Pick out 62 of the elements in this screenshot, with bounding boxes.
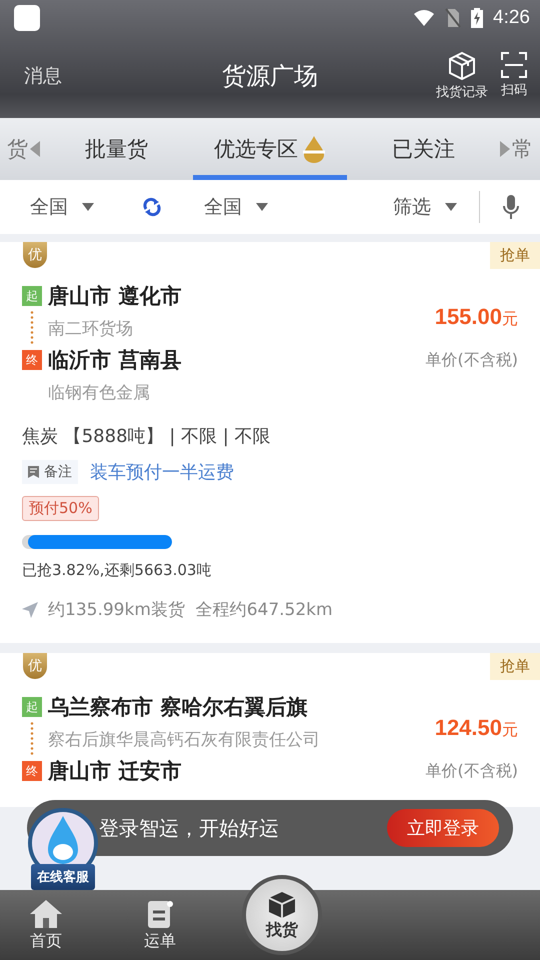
premium-badge: 优 [23, 242, 47, 268]
notification-icon [14, 5, 40, 31]
page-title: 货源广场 [222, 61, 318, 92]
toast-text: 登录智运，开始好运 [99, 814, 279, 842]
region-dropdown[interactable]: 全国 [204, 194, 268, 220]
filter-dropdown[interactable]: 筛选 [393, 194, 457, 220]
note-icon [28, 466, 39, 478]
no-sim-icon [445, 8, 462, 28]
nav-item[interactable]: 首页 [14, 898, 78, 952]
dropdown-icon [256, 203, 268, 211]
box-icon [447, 51, 477, 81]
origin-place: 南二环货场 [48, 318, 133, 340]
login-button[interactable]: 立即登录 [387, 809, 499, 847]
distance-text: 约135.99km装货 全程约647.52km [48, 599, 333, 621]
grab-order-tag[interactable]: 抢单 [490, 242, 540, 269]
battery-icon [471, 8, 484, 28]
origin-place: 察右后旗华晨高钙石灰有限责任公司 [48, 728, 320, 750]
nav-item[interactable]: 找货 [242, 875, 322, 955]
destination-marker: 终 [22, 761, 42, 781]
destination-place: 临钢有色金属 [48, 382, 150, 404]
remark-label: 备注 [22, 460, 78, 484]
tab[interactable]: 已关注 [346, 118, 500, 180]
online-service-button[interactable]: 在线客服 [31, 864, 95, 890]
history-button[interactable]: 找货记录 [434, 51, 490, 101]
destination-city: 唐山市 迁安市 [48, 758, 182, 785]
scan-button[interactable]: 扫码 [498, 51, 530, 101]
price-note: 单价(不含税) [426, 350, 518, 371]
right-arrow-icon [500, 141, 510, 157]
cargo-card[interactable]: 优 抢单 起 乌兰察布市 察哈尔右翼后旗 察右后旗华晨高钙石灰有限责任公司 终 唐山市 迁安市 124.50元 单价(不含税) [0, 653, 540, 807]
dropdown-icon [82, 203, 94, 211]
origin-city: 乌兰察布市 察哈尔右翼后旗 [48, 694, 308, 721]
left-arrow-icon [30, 141, 40, 157]
cargo-card[interactable]: 优 抢单 起 唐山市 遵化市 南二环货场 终 临沂市 莒南县 临钢有色金属 155.00元 单价(不含税) 焦炭 【5888吨】 | 不限 | 不限 备注 装车预付一半运费 预付50% 已抢3.82%,还剩5663.03吨 约135.99km装货 全程约647.52km [0, 242, 540, 643]
origin-marker: 起 [22, 286, 42, 306]
document-icon [146, 898, 174, 928]
status-time: 4:26 [493, 7, 530, 29]
navigation-icon [22, 602, 38, 618]
tab[interactable]: 批量货 [40, 118, 194, 180]
cube-icon [267, 890, 297, 920]
region-dropdown[interactable]: 全国 [30, 194, 94, 220]
destination-marker: 终 [22, 350, 42, 370]
progress-text: 已抢3.82%,还剩5663.03吨 [22, 561, 212, 580]
premium-badge: 优 [23, 653, 47, 679]
price: 124.50元 [434, 715, 518, 741]
swap-icon[interactable] [142, 197, 162, 217]
remark-text: 装车预付一半运费 [90, 461, 234, 484]
messages-link[interactable]: 消息 [24, 63, 62, 89]
tab[interactable]: 货 [0, 118, 40, 180]
dropdown-icon [445, 203, 457, 211]
origin-city: 唐山市 遵化市 [48, 283, 182, 310]
destination-city: 临沂市 莒南县 [48, 347, 182, 374]
scan-icon [500, 51, 528, 79]
nav-item[interactable]: 运单 [128, 898, 192, 952]
cargo-info: 焦炭 【5888吨】 | 不限 | 不限 [22, 425, 272, 448]
home-icon [29, 898, 63, 928]
origin-marker: 起 [22, 697, 42, 717]
price-note: 单价(不含税) [426, 761, 518, 782]
prepay-tag: 预付50% [22, 496, 100, 521]
wifi-icon [413, 9, 436, 27]
price: 155.00元 [434, 304, 518, 330]
microphone-icon[interactable] [502, 194, 520, 220]
grab-order-tag[interactable]: 抢单 [490, 653, 540, 680]
